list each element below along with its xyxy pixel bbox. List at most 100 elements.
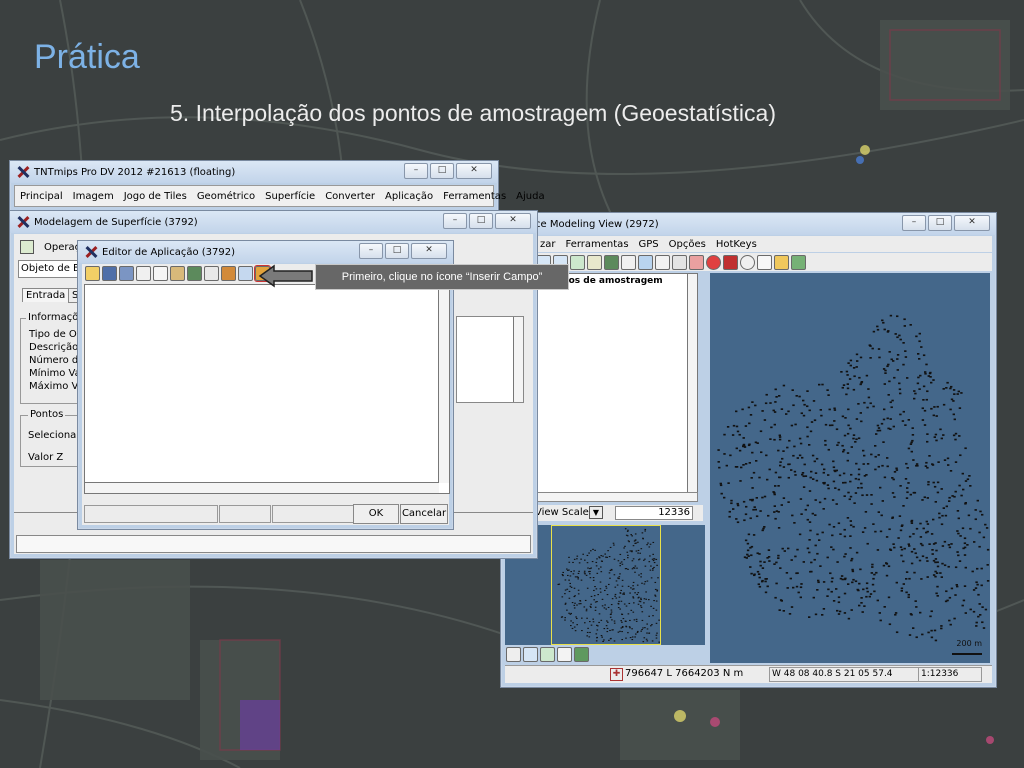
menu-aplicacao[interactable]: Aplicação bbox=[380, 191, 438, 202]
cancel-button[interactable]: Cancelar bbox=[400, 504, 448, 524]
tab-entrada[interactable]: Entrada bbox=[22, 288, 70, 302]
operation-icon[interactable] bbox=[20, 240, 34, 254]
surface-window-titlebar[interactable]: Modelagem de Superfície (3792) – □ ✕ bbox=[10, 211, 537, 233]
view-menu-hotkeys[interactable]: HotKeys bbox=[711, 239, 762, 250]
main-map[interactable]: 200 m bbox=[710, 273, 990, 663]
menu-jogo-de-tiles[interactable]: Jogo de Tiles bbox=[119, 191, 192, 202]
sample-point bbox=[798, 454, 802, 457]
menu-ajuda[interactable]: Ajuda bbox=[511, 191, 549, 202]
sample-point bbox=[918, 332, 921, 335]
view-menu-visualizar[interactable]: zar bbox=[535, 239, 561, 250]
arrows-icon[interactable] bbox=[689, 255, 704, 270]
pan-icon[interactable] bbox=[621, 255, 636, 270]
surface-status-field[interactable] bbox=[16, 535, 531, 553]
menu-principal[interactable]: Principal bbox=[15, 191, 68, 202]
info-text-area[interactable] bbox=[456, 316, 524, 403]
sample-point bbox=[827, 448, 830, 451]
menu-converter[interactable]: Converter bbox=[320, 191, 380, 202]
sample-point bbox=[830, 580, 834, 583]
menu-geometrico[interactable]: Geométrico bbox=[192, 191, 260, 202]
main-window-titlebar[interactable]: TNTmips Pro DV 2012 #21613 (floating) – … bbox=[10, 161, 498, 183]
sample-point bbox=[749, 566, 752, 568]
app-editor-minimize-button[interactable]: – bbox=[359, 243, 383, 259]
view-menu-gps[interactable]: GPS bbox=[634, 239, 664, 250]
ruler-icon[interactable] bbox=[672, 255, 687, 270]
overview-list-icon[interactable] bbox=[506, 647, 521, 662]
script-hscrollbar[interactable] bbox=[85, 482, 439, 493]
chart-icon[interactable] bbox=[791, 255, 806, 270]
view-minimize-button[interactable]: – bbox=[902, 215, 926, 231]
close-button[interactable]: ✕ bbox=[456, 163, 492, 179]
sample-point bbox=[627, 585, 630, 587]
view-window-titlebar[interactable]: ce Modeling View (2972) – □ ✕ bbox=[501, 213, 996, 235]
sample-point bbox=[843, 434, 847, 437]
sample-point bbox=[904, 350, 907, 352]
sample-point bbox=[856, 360, 859, 362]
app-editor-maximize-button[interactable]: □ bbox=[385, 243, 409, 259]
app-editor-close-button[interactable]: ✕ bbox=[411, 243, 447, 259]
sample-point bbox=[631, 535, 633, 537]
paste-icon[interactable] bbox=[170, 266, 185, 281]
ok-button[interactable]: OK bbox=[353, 504, 399, 524]
sample-point bbox=[642, 538, 644, 540]
menu-superficie[interactable]: Superfície bbox=[260, 191, 320, 202]
menu-imagem[interactable]: Imagem bbox=[68, 191, 119, 202]
save-as-icon[interactable] bbox=[119, 266, 134, 281]
layer-list-panel[interactable]: e pontos de amostragem bbox=[533, 273, 698, 493]
sample-point bbox=[940, 523, 944, 526]
binoculars-icon[interactable] bbox=[604, 255, 619, 270]
list-icon[interactable] bbox=[204, 266, 219, 281]
no-entry-icon[interactable] bbox=[706, 255, 721, 270]
sample-point bbox=[637, 630, 639, 633]
surface-maximize-button[interactable]: □ bbox=[469, 213, 493, 229]
stop-icon[interactable] bbox=[723, 255, 738, 270]
pointer-icon[interactable] bbox=[757, 255, 772, 270]
sample-point bbox=[845, 370, 849, 373]
redraw-icon[interactable] bbox=[638, 255, 653, 270]
search-icon[interactable] bbox=[740, 255, 755, 270]
view-scale-dropdown[interactable]: ▼ bbox=[589, 506, 603, 519]
view-scale-value[interactable]: 12336 bbox=[615, 506, 693, 520]
sample-point bbox=[804, 508, 807, 511]
sample-point bbox=[602, 555, 604, 557]
maximize-button[interactable]: □ bbox=[430, 163, 454, 179]
view-maximize-button[interactable]: □ bbox=[928, 215, 952, 231]
info-scrollbar[interactable] bbox=[513, 317, 523, 402]
save-icon[interactable] bbox=[102, 266, 117, 281]
overview-refresh-icon[interactable] bbox=[540, 647, 555, 662]
sample-point bbox=[855, 551, 859, 554]
minimize-button[interactable]: – bbox=[404, 163, 428, 179]
surface-minimize-button[interactable]: – bbox=[443, 213, 467, 229]
view-close-button[interactable]: ✕ bbox=[954, 215, 990, 231]
overview-zoom-icon[interactable] bbox=[523, 647, 538, 662]
script-vscrollbar[interactable] bbox=[438, 285, 449, 483]
find-icon[interactable] bbox=[187, 266, 202, 281]
layer-hscrollbar[interactable] bbox=[533, 492, 698, 502]
overview-map-icon[interactable] bbox=[574, 647, 589, 662]
overview-search-icon[interactable] bbox=[557, 647, 572, 662]
sample-point bbox=[841, 578, 844, 581]
layer-scrollbar[interactable] bbox=[687, 274, 697, 492]
surface-close-button[interactable]: ✕ bbox=[495, 213, 531, 229]
script-text-area[interactable] bbox=[84, 284, 450, 494]
sample-point bbox=[921, 419, 925, 421]
app-editor-titlebar[interactable]: Editor de Aplicação (3792) – □ ✕ bbox=[78, 241, 453, 263]
sample-point bbox=[942, 434, 945, 436]
dialog-icon[interactable] bbox=[238, 266, 253, 281]
layer-icon[interactable] bbox=[587, 255, 602, 270]
open-folder-icon[interactable] bbox=[85, 266, 100, 281]
zoom-full-icon[interactable] bbox=[570, 255, 585, 270]
cut-icon[interactable] bbox=[136, 266, 151, 281]
sample-point bbox=[786, 446, 789, 449]
menu-ferramentas[interactable]: Ferramentas bbox=[438, 191, 511, 202]
pencil-icon[interactable] bbox=[774, 255, 789, 270]
run-icon[interactable] bbox=[221, 266, 236, 281]
sample-point bbox=[782, 450, 785, 452]
grid-icon[interactable] bbox=[655, 255, 670, 270]
view-menu-opcoes[interactable]: Opções bbox=[664, 239, 711, 250]
view-menu-ferramentas[interactable]: Ferramentas bbox=[561, 239, 634, 250]
copy-icon[interactable] bbox=[153, 266, 168, 281]
gps-icon[interactable]: ✚ bbox=[610, 668, 623, 681]
sample-point bbox=[586, 631, 589, 634]
sample-point bbox=[634, 565, 637, 567]
